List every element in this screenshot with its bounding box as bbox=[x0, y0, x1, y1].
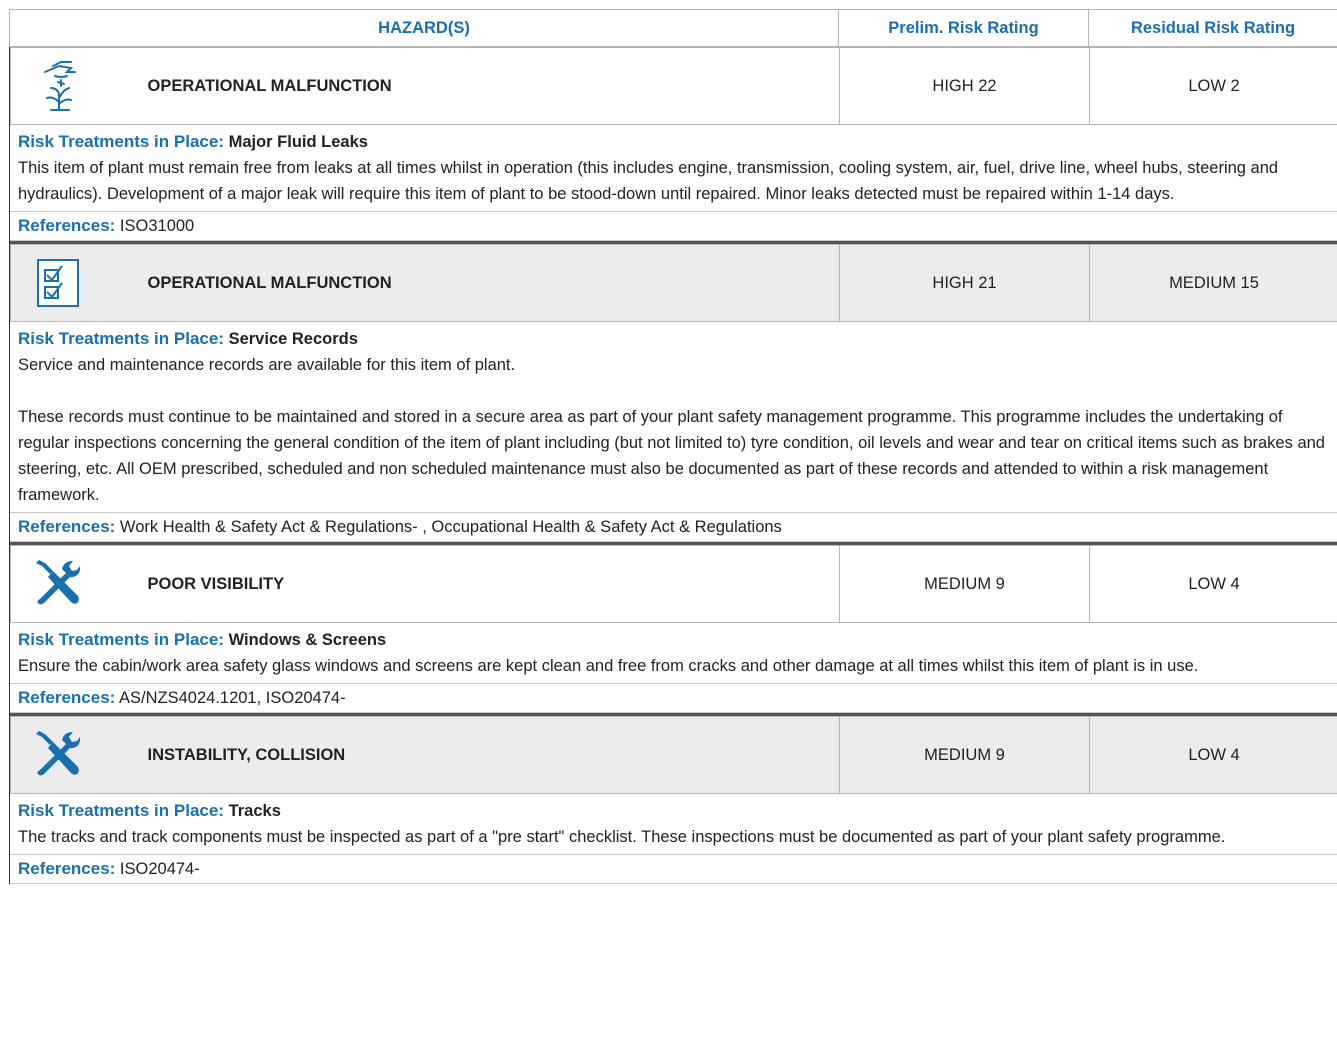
treatment-text: Ensure the cabin/work area safety glass … bbox=[18, 657, 1199, 675]
references-text: AS/NZS4024.1201, ISO20474- bbox=[119, 689, 346, 707]
residual-rating: LOW 4 bbox=[1089, 716, 1337, 794]
leak-icon bbox=[31, 58, 85, 114]
residual-rating: LOW 4 bbox=[1089, 545, 1337, 623]
treatment-heading: Risk Treatments in Place: Tracks bbox=[18, 798, 1329, 824]
hazard-block: OPERATIONAL MALFUNCTION HIGH 21 MEDIUM 15 R… bbox=[9, 241, 1337, 542]
references-label: References: bbox=[18, 688, 116, 707]
hazard-block: POOR VISIBILITY MEDIUM 9 LOW 4 Risk Treatme… bbox=[9, 542, 1337, 713]
hazard-name: INSTABILITY, COLLISION bbox=[110, 716, 840, 794]
references-text: ISO31000 bbox=[119, 217, 195, 235]
hazard-list: OPERATIONAL MALFUNCTION HIGH 22 LOW 2 Risk … bbox=[9, 47, 1337, 884]
treatment-heading: Risk Treatments in Place: Major Fluid Le… bbox=[18, 129, 1329, 155]
hazard-icon-cell bbox=[10, 244, 111, 322]
hazard-icon-cell bbox=[10, 545, 111, 623]
hazard-name: OPERATIONAL MALFUNCTION bbox=[110, 47, 840, 125]
hazard-icon-cell bbox=[10, 716, 111, 794]
treatment-text: This item of plant must remain free from… bbox=[18, 159, 1279, 203]
references-label: References: bbox=[18, 517, 116, 536]
hazard-block: OPERATIONAL MALFUNCTION HIGH 22 LOW 2 Risk … bbox=[9, 47, 1337, 241]
references: References: Work Health & Safety Act & R… bbox=[10, 513, 1337, 542]
treatment-title: Tracks bbox=[228, 802, 281, 820]
table-header: HAZARD(S) Prelim. Risk Rating Residual R… bbox=[9, 9, 1337, 47]
treatment-text: These records must continue to be mainta… bbox=[18, 408, 1325, 504]
treatment-title: Major Fluid Leaks bbox=[228, 133, 368, 151]
treatment-title: Service Records bbox=[228, 330, 358, 348]
risk-treatments: Risk Treatments in Place: Tracks The trac… bbox=[10, 794, 1337, 855]
risk-register: HAZARD(S) Prelim. Risk Rating Residual R… bbox=[9, 9, 1337, 884]
treatments-label: Risk Treatments in Place: bbox=[18, 801, 224, 820]
references: References: ISO31000 bbox=[10, 212, 1337, 241]
hazard-row: INSTABILITY, COLLISION MEDIUM 9 LOW 4 bbox=[10, 716, 1337, 794]
references-text: ISO20474- bbox=[119, 860, 200, 878]
residual-rating: MEDIUM 15 bbox=[1089, 244, 1337, 322]
risk-treatments: Risk Treatments in Place: Service Record… bbox=[10, 322, 1337, 513]
paragraph-spacer bbox=[18, 378, 1329, 404]
references: References: AS/NZS4024.1201, ISO20474- bbox=[10, 684, 1337, 713]
treatment-text: The tracks and track components must be … bbox=[18, 828, 1226, 846]
hazard-name: OPERATIONAL MALFUNCTION bbox=[110, 244, 840, 322]
hazard-row: OPERATIONAL MALFUNCTION HIGH 22 LOW 2 bbox=[10, 47, 1337, 125]
references: References: ISO20474- bbox=[10, 855, 1337, 884]
treatment-heading: Risk Treatments in Place: Service Record… bbox=[18, 326, 1329, 352]
hazard-icon-cell bbox=[10, 47, 111, 125]
prelim-rating-column-header: Prelim. Risk Rating bbox=[838, 9, 1089, 47]
residual-rating-column-header: Residual Risk Rating bbox=[1088, 9, 1337, 47]
hazard-block: INSTABILITY, COLLISION MEDIUM 9 LOW 4 Risk … bbox=[9, 713, 1337, 884]
references-text: Work Health & Safety Act & Regulations- … bbox=[119, 518, 782, 536]
treatment-text: Service and maintenance records are avai… bbox=[18, 356, 516, 374]
hazard-row: POOR VISIBILITY MEDIUM 9 LOW 4 bbox=[10, 545, 1337, 623]
hazard-row: OPERATIONAL MALFUNCTION HIGH 21 MEDIUM 15 bbox=[10, 244, 1337, 322]
references-label: References: bbox=[18, 859, 116, 878]
hazard-name: POOR VISIBILITY bbox=[110, 545, 840, 623]
prelim-rating: HIGH 21 bbox=[839, 244, 1090, 322]
treatments-label: Risk Treatments in Place: bbox=[18, 630, 224, 649]
hazard-column-header: HAZARD(S) bbox=[9, 9, 839, 47]
checklist-icon bbox=[31, 255, 85, 311]
treatments-label: Risk Treatments in Place: bbox=[18, 329, 224, 348]
risk-treatments: Risk Treatments in Place: Major Fluid Le… bbox=[10, 125, 1337, 212]
tools-icon bbox=[31, 556, 85, 612]
prelim-rating: MEDIUM 9 bbox=[839, 716, 1090, 794]
prelim-rating: MEDIUM 9 bbox=[839, 545, 1090, 623]
risk-treatments: Risk Treatments in Place: Windows & Scre… bbox=[10, 623, 1337, 684]
references-label: References: bbox=[18, 216, 116, 235]
prelim-rating: HIGH 22 bbox=[839, 47, 1090, 125]
residual-rating: LOW 2 bbox=[1089, 47, 1337, 125]
treatment-heading: Risk Treatments in Place: Windows & Scre… bbox=[18, 627, 1329, 653]
treatments-label: Risk Treatments in Place: bbox=[18, 132, 224, 151]
treatment-title: Windows & Screens bbox=[228, 631, 387, 649]
tools-icon bbox=[31, 727, 85, 783]
